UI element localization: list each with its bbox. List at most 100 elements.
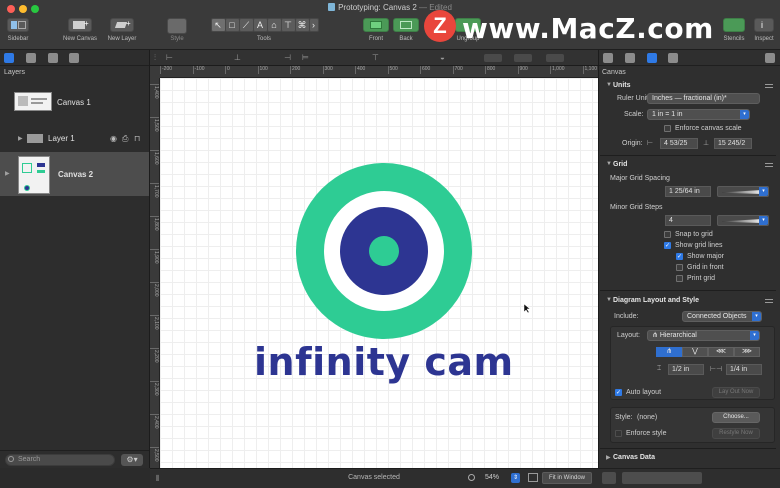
selection-tool-icon[interactable]: ↖ [210,18,226,32]
scale-label: Scale: [624,111,644,118]
object-separation-field[interactable]: 1/4 in [726,364,762,375]
snap-to-grid-checkbox[interactable] [664,231,671,238]
infinity-cam-logo[interactable] [160,78,598,468]
choose-style-button[interactable]: Choose... [712,412,760,423]
bring-to-front-button[interactable]: Front [362,18,390,42]
layers-search-input[interactable]: Search [5,454,115,466]
new-layer-button[interactable]: + New Layer [104,18,140,42]
sidebar-icon [7,18,29,32]
include-select[interactable]: Connected Objects ▾ [682,311,762,322]
gear-icon[interactable] [625,53,635,63]
canvas-paper[interactable]: infinity cam [160,78,598,468]
rank-separation-field[interactable]: 1/2 in [668,364,704,375]
logo-text[interactable]: infinity cam [254,340,514,384]
send-to-back-button[interactable]: Back [392,18,420,42]
line-tool-icon[interactable]: ⟋ [238,18,254,32]
align-middle-icon[interactable]: ◒ [440,54,445,62]
more-tools-icon[interactable]: › [308,18,319,32]
layers-tab-icon[interactable] [4,53,14,63]
diagram-tool-icon[interactable]: ⌂ [266,18,282,32]
zoom-stepper[interactable]: ⇕ [511,473,520,483]
inspect-button[interactable]: i Inspect [750,18,778,42]
ruler-units-select[interactable]: Inches — fractional (in)* [647,93,760,104]
grid-view-icon[interactable] [765,53,775,63]
style-button[interactable]: Style [166,18,188,42]
stencils-button[interactable]: Stencils [718,18,750,42]
zoom-level[interactable]: 54% [485,474,499,481]
mouse-pointer-icon [524,304,530,313]
document-tab-icon[interactable] [668,53,678,63]
enforce-style-checkbox[interactable] [615,430,622,437]
origin-x-field[interactable]: 4 53/25 [660,138,698,149]
ruler-toggle-icon[interactable]: ⫶ [154,54,156,62]
section-menu-icon[interactable] [765,299,773,303]
magnet-tool-icon[interactable]: ⌘ [294,18,310,32]
minor-grid-slider[interactable]: ▾ [717,215,769,226]
direction-right-left[interactable]: ⋘ [708,347,734,357]
new-canvas-button[interactable]: + New Canvas [60,18,100,42]
canvas-row[interactable]: ▶ Canvas 2 [0,152,149,196]
print-grid-checkbox[interactable] [676,275,683,282]
major-grid-field[interactable]: 1 25/64 in [665,186,711,197]
scale-select[interactable]: 1 in = 1 in ▾ [647,109,750,120]
origin-y-field[interactable]: 15 245/2 [714,138,752,149]
minor-grid-field[interactable]: 4 [665,215,711,226]
origin-label: Origin: [622,140,643,147]
dice-tab-icon[interactable] [69,53,79,63]
layout-select[interactable]: ⋔ Hierarchical ▾ [647,330,760,341]
visibility-eye-icon[interactable]: ◉ [110,134,117,143]
units-section-header[interactable]: ▼ Units [598,80,779,92]
include-label: Include: [614,313,639,320]
text-tool-icon[interactable]: A [252,18,268,32]
horizontal-ruler[interactable]: -200 -100 0 100 200 300 400 500 600 700 800 900 1,00… [160,66,598,78]
align-right-icon[interactable]: ⊣ [284,54,291,62]
direction-left-right[interactable]: ⋙ [734,347,760,357]
section-menu-icon[interactable] [765,84,773,88]
disclosure-triangle-icon[interactable]: ▶ [18,135,23,142]
pen-tool-icon[interactable]: ⊤ [280,18,296,32]
diagram-section-header[interactable]: ▼ Diagram Layout and Style [598,295,779,307]
gear-menu-button[interactable]: ⚙▾ [121,454,143,466]
ruler-tick-label: 600 [420,66,431,74]
shape-tool-icon[interactable]: □ [224,18,240,32]
inspector-footer-button[interactable] [602,472,616,484]
grid-in-front-checkbox[interactable] [676,264,683,271]
inspector-footer-field[interactable] [622,472,702,484]
resize-icon[interactable] [546,54,564,62]
spacing-icon[interactable] [514,54,532,62]
lay-out-now-button[interactable]: Lay Out Now [712,387,760,398]
canvas-data-section-header[interactable]: ▶ Canvas Data [598,452,779,464]
fit-icon[interactable] [528,473,538,482]
align-center-icon[interactable]: ⊥ [234,54,241,62]
grid-section-header[interactable]: ▼ Grid [598,159,779,171]
show-major-checkbox[interactable]: ✓ [676,253,683,260]
align-top-icon[interactable]: ⊤ [372,54,379,62]
lock-icon[interactable]: ⊓ [134,134,140,143]
canvas-row[interactable]: Canvas 1 [0,86,149,118]
zoom-icon[interactable] [468,474,475,481]
distribute-icon[interactable]: ⊨ [302,54,309,62]
align-left-icon[interactable]: ⊢ [166,54,173,62]
printer-icon[interactable]: ⎙ [122,134,128,144]
layer-row[interactable]: ▶ Layer 1 ◉ ⎙ ⊓ [0,130,149,148]
disclosure-triangle-icon[interactable]: ▶ [5,170,10,177]
vertical-ruler[interactable]: 1,400 1,500 1,600 1,700 1,800 1,900 2,000 2,100… [150,78,160,468]
direction-bottom-up[interactable]: ⋁ [682,347,708,357]
direction-top-down[interactable]: ⋔ [656,347,682,357]
show-grid-lines-checkbox[interactable]: ✓ [664,242,671,249]
center-dot[interactable] [369,236,399,266]
list-tab-icon[interactable] [48,53,58,63]
section-menu-icon[interactable] [765,163,773,167]
major-grid-slider[interactable]: ▾ [717,186,769,197]
auto-layout-checkbox[interactable]: ✓ [615,389,622,396]
restyle-now-button[interactable]: Restyle Now [712,428,760,439]
fit-in-window-button[interactable]: Fit in Window [542,472,592,484]
properties-tab-icon[interactable] [603,53,613,63]
align-bottom-icon[interactable] [484,54,502,62]
search-icon [8,456,14,462]
sidebar-toggle-button[interactable]: Sidebar [4,18,32,42]
outline-tab-icon[interactable] [26,53,36,63]
canvas-tab-icon[interactable] [647,53,657,63]
chevron-down-icon: ▾ [750,331,759,340]
enforce-scale-checkbox[interactable] [664,125,671,132]
